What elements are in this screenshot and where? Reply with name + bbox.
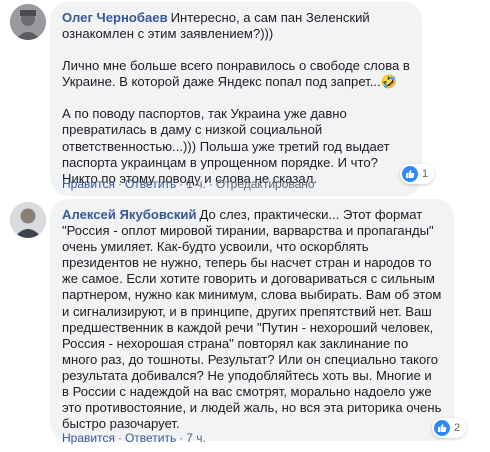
avatar[interactable] xyxy=(10,202,46,238)
reaction-count: 1 xyxy=(422,168,429,180)
reply-button[interactable]: Ответить xyxy=(125,177,176,191)
separator: · xyxy=(117,177,122,191)
separator: · xyxy=(179,177,184,191)
reply-button[interactable]: Ответить xyxy=(125,431,176,445)
timestamp[interactable]: 7 ч. xyxy=(186,431,206,445)
author-name[interactable]: Алексей Якубовский xyxy=(62,207,197,222)
reaction-count: 2 xyxy=(454,422,461,434)
edited-label[interactable]: Отредактировано xyxy=(216,177,315,191)
timestamp[interactable]: 1 ч. xyxy=(186,177,206,191)
comment-paragraph: Лично мне больше всего понравилось о сво… xyxy=(62,58,410,90)
like-button[interactable]: Нравится xyxy=(62,431,115,445)
comment-paragraph: Алексей Якубовский До слез, практически..… xyxy=(62,207,442,432)
comment-actions: Нравится · Ответить · 1 ч. · Отредактировано xyxy=(62,177,315,191)
like-reaction-icon xyxy=(402,166,418,182)
reaction-summary[interactable]: 1 xyxy=(400,164,435,184)
comment-paragraph: А по поводу паспортов, так Украина уже д… xyxy=(62,106,390,186)
comment-body: Олег Чернобаев Интересно, а сам пан Зелен… xyxy=(62,10,410,187)
avatar[interactable] xyxy=(10,4,46,40)
comment-bubble: Алексей Якубовский До слез, практически..… xyxy=(50,199,454,442)
comment-body: Алексей Якубовский До слез, практически..… xyxy=(62,207,442,432)
author-name[interactable]: Олег Чернобаев xyxy=(62,10,168,25)
reaction-summary[interactable]: 2 xyxy=(432,418,467,438)
comment-bubble: Олег Чернобаев Интересно, а сам пан Зелен… xyxy=(50,2,422,196)
separator: · xyxy=(117,431,122,445)
separator: · xyxy=(208,177,213,191)
comment-paragraph: Олег Чернобаев Интересно, а сам пан Зелен… xyxy=(62,10,370,42)
like-reaction-icon xyxy=(434,420,450,436)
avatar-photo-icon xyxy=(10,202,46,238)
comment-actions: Нравится · Ответить · 7 ч. xyxy=(62,431,206,445)
avatar-photo-icon xyxy=(10,4,46,40)
separator: · xyxy=(179,431,184,445)
like-button[interactable]: Нравится xyxy=(62,177,115,191)
